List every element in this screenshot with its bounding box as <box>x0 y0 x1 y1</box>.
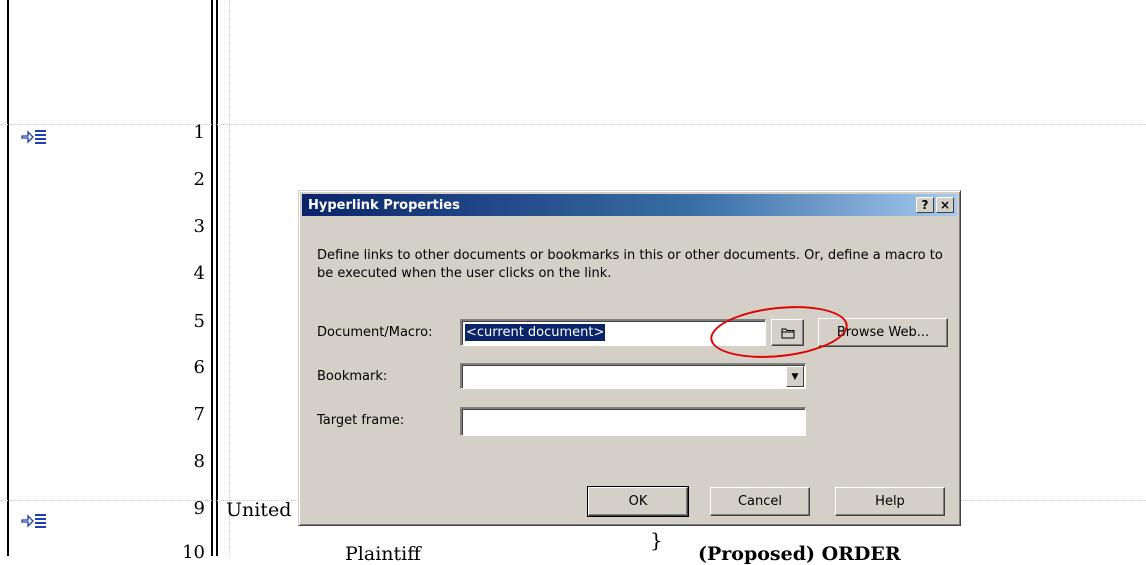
document-text-proposed-order: (Proposed) ORDER <box>698 543 901 565</box>
document-macro-label: Document/Macro: <box>317 325 433 340</box>
close-icon[interactable]: × <box>936 197 954 213</box>
line-number: 10 <box>182 542 205 563</box>
paragraph-link-icon[interactable] <box>20 126 60 146</box>
hyperlink-properties-dialog: Hyperlink Properties ? × Define links to… <box>298 190 961 526</box>
bookmark-label: Bookmark: <box>317 369 388 384</box>
bookmark-select[interactable]: ▼ <box>460 363 806 389</box>
target-frame-label: Target frame: <box>317 413 405 428</box>
document-brace: } <box>650 528 663 552</box>
margin-double-line-1 <box>211 0 213 556</box>
dialog-title: Hyperlink Properties <box>308 198 460 213</box>
browse-folder-button[interactable] <box>771 319 804 346</box>
line-number: 6 <box>193 357 205 378</box>
target-frame-input[interactable] <box>460 407 806 436</box>
document-macro-input[interactable]: <current document> <box>460 319 766 346</box>
left-border-line <box>7 0 9 556</box>
document-text-united: United <box>226 499 292 521</box>
browse-web-button[interactable]: Browse Web... <box>818 318 948 347</box>
help-icon[interactable]: ? <box>916 197 934 213</box>
paragraph-link-icon[interactable] <box>20 510 60 530</box>
line-number: 7 <box>193 404 205 425</box>
line-number: 8 <box>193 451 205 472</box>
line-number: 5 <box>193 311 205 332</box>
ok-button[interactable]: OK <box>587 486 689 517</box>
margin-double-line-2 <box>216 0 218 556</box>
line-number: 4 <box>193 263 205 284</box>
dialog-description: Define links to other documents or bookm… <box>317 248 943 281</box>
chevron-down-icon[interactable]: ▼ <box>786 366 804 387</box>
line-number: 3 <box>193 216 205 237</box>
dialog-titlebar[interactable]: Hyperlink Properties ? × <box>302 194 957 216</box>
line-number: 2 <box>193 169 205 190</box>
document-text-plaintiff: Plaintiff <box>345 543 421 565</box>
line-number: 1 <box>193 122 205 143</box>
help-button[interactable]: Help <box>835 487 945 516</box>
column-guide <box>229 0 230 556</box>
cancel-button[interactable]: Cancel <box>710 487 810 516</box>
document-macro-value: <current document> <box>465 324 606 341</box>
folder-icon <box>781 328 794 339</box>
line-number: 9 <box>193 498 205 519</box>
